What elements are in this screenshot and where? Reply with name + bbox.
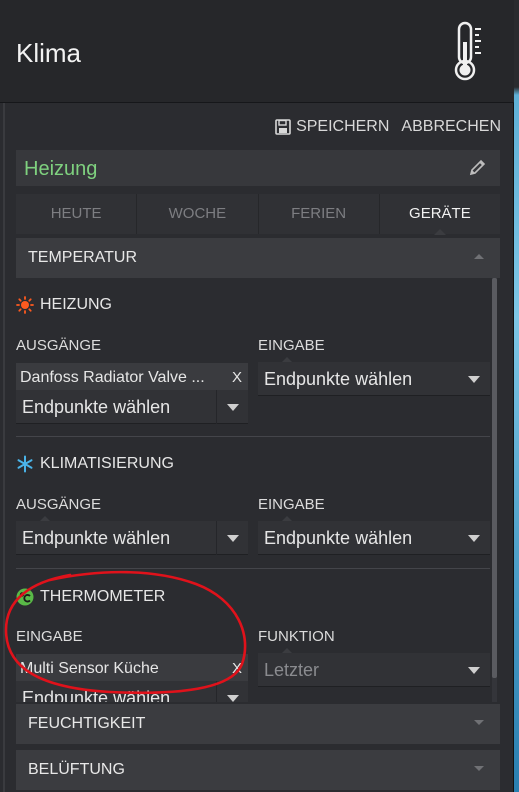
klima-outputs-select[interactable]: Endpunkte wählen: [16, 516, 248, 555]
group-thermometer-label: THERMOMETER: [40, 588, 166, 605]
select-placeholder: Endpunkte wählen: [22, 688, 171, 702]
thermometer-function-select[interactable]: Letzter: [258, 648, 490, 687]
save-button[interactable]: SPEICHERN: [274, 118, 389, 136]
select-placeholder: Endpunkte wählen: [22, 397, 171, 417]
scrollbar-thumb[interactable]: [492, 278, 497, 678]
group-klimatisierung-title: KLIMATISIERUNG: [16, 455, 174, 473]
panel-title: Klima: [16, 38, 82, 68]
klima-input-select[interactable]: Endpunkte wählen: [258, 516, 490, 555]
panel-edge: [3, 103, 5, 792]
chip-label: Danfoss Radiator Valve ...: [20, 369, 205, 386]
tab-heute[interactable]: HEUTE: [16, 194, 138, 234]
action-bar: SPEICHERN ABBRECHEN: [274, 118, 501, 136]
temperatur-content: HEIZUNG AUSGÄNGE EINGABE Danfoss Radiato…: [16, 278, 490, 702]
pencil-icon[interactable]: [468, 157, 488, 177]
group-heizung-title: HEIZUNG: [16, 296, 112, 314]
heizung-output-chip: Danfoss Radiator Valve ... X: [16, 363, 248, 391]
group-klimatisierung-label: KLIMATISIERUNG: [40, 455, 174, 472]
divider: [16, 436, 490, 437]
heizung-outputs-label: AUSGÄNGE: [16, 337, 102, 354]
chevron-down-icon[interactable]: [458, 521, 490, 555]
sun-icon: [16, 296, 34, 314]
panel-header: Klima: [0, 0, 514, 103]
chip-remove-button[interactable]: X: [232, 369, 242, 386]
program-name-field[interactable]: Heizung: [16, 150, 500, 186]
section-temperatur-label: TEMPERATUR: [28, 249, 138, 266]
select-placeholder: Endpunkte wählen: [264, 528, 413, 548]
tab-woche[interactable]: WOCHE: [137, 194, 259, 234]
divider: [16, 568, 490, 569]
chevron-up-icon: [474, 254, 484, 259]
cancel-button[interactable]: ABBRECHEN: [401, 118, 501, 136]
klima-input-label: EINGABE: [258, 496, 325, 513]
section-temperatur-header[interactable]: TEMPERATUR: [16, 238, 500, 278]
select-placeholder: Endpunkte wählen: [264, 369, 413, 389]
thermometer-input-chip: Multi Sensor Küche X: [16, 654, 248, 682]
select-placeholder: Endpunkte wählen: [22, 528, 171, 548]
thermometer-input-select[interactable]: Endpunkte wählen: [16, 681, 248, 702]
section-belueftung-label: BELÜFTUNG: [28, 761, 125, 778]
klima-panel: Klima SPEICHERN ABBRECHEN Heizung HEUTE …: [0, 0, 514, 792]
field-pointer: [282, 648, 292, 653]
chevron-down-icon: [474, 766, 484, 771]
chevron-down-icon[interactable]: [458, 362, 490, 396]
select-value: Letzter: [264, 660, 320, 680]
section-feuchtigkeit-label: FEUCHTIGKEIT: [28, 715, 146, 732]
heizung-input-select[interactable]: Endpunkte wählen: [258, 357, 490, 396]
chevron-down-icon[interactable]: [458, 653, 490, 687]
floppy-disk-icon: [275, 119, 291, 135]
section-belueftung-header[interactable]: BELÜFTUNG: [16, 750, 500, 790]
celsius-icon: [16, 588, 34, 606]
cancel-label: ABBRECHEN: [401, 118, 501, 135]
content-scrollbar[interactable]: [492, 278, 497, 702]
section-feuchtigkeit-header[interactable]: FEUCHTIGKEIT: [16, 704, 500, 744]
heizung-input-label: EINGABE: [258, 337, 325, 354]
field-pointer: [282, 357, 292, 362]
heizung-outputs-select[interactable]: Endpunkte wählen: [16, 390, 248, 424]
program-name: Heizung: [24, 158, 98, 180]
snowflake-icon: [17, 455, 33, 473]
chevron-down-icon: [474, 720, 484, 725]
thermometer-input-label: EINGABE: [16, 628, 83, 645]
tab-bar: HEUTE WOCHE FERIEN GERÄTE: [16, 194, 500, 235]
thermometer-icon: [454, 21, 481, 81]
chevron-down-icon[interactable]: [216, 390, 248, 424]
chevron-down-icon[interactable]: [216, 521, 248, 555]
klima-outputs-label: AUSGÄNGE: [16, 496, 102, 513]
group-heizung-label: HEIZUNG: [40, 296, 112, 313]
chip-label: Multi Sensor Küche: [20, 660, 159, 677]
field-pointer: [40, 516, 50, 521]
tab-geraete[interactable]: GERÄTE: [380, 194, 500, 235]
group-thermometer-title: THERMOMETER: [16, 588, 165, 606]
save-label: SPEICHERN: [296, 118, 390, 135]
chip-remove-button[interactable]: X: [232, 660, 242, 677]
tab-ferien[interactable]: FERIEN: [259, 194, 380, 234]
thermometer-function-label: FUNKTION: [258, 628, 335, 645]
field-pointer: [282, 516, 292, 521]
background-strip: [514, 0, 519, 792]
chevron-down-icon[interactable]: [216, 681, 248, 702]
